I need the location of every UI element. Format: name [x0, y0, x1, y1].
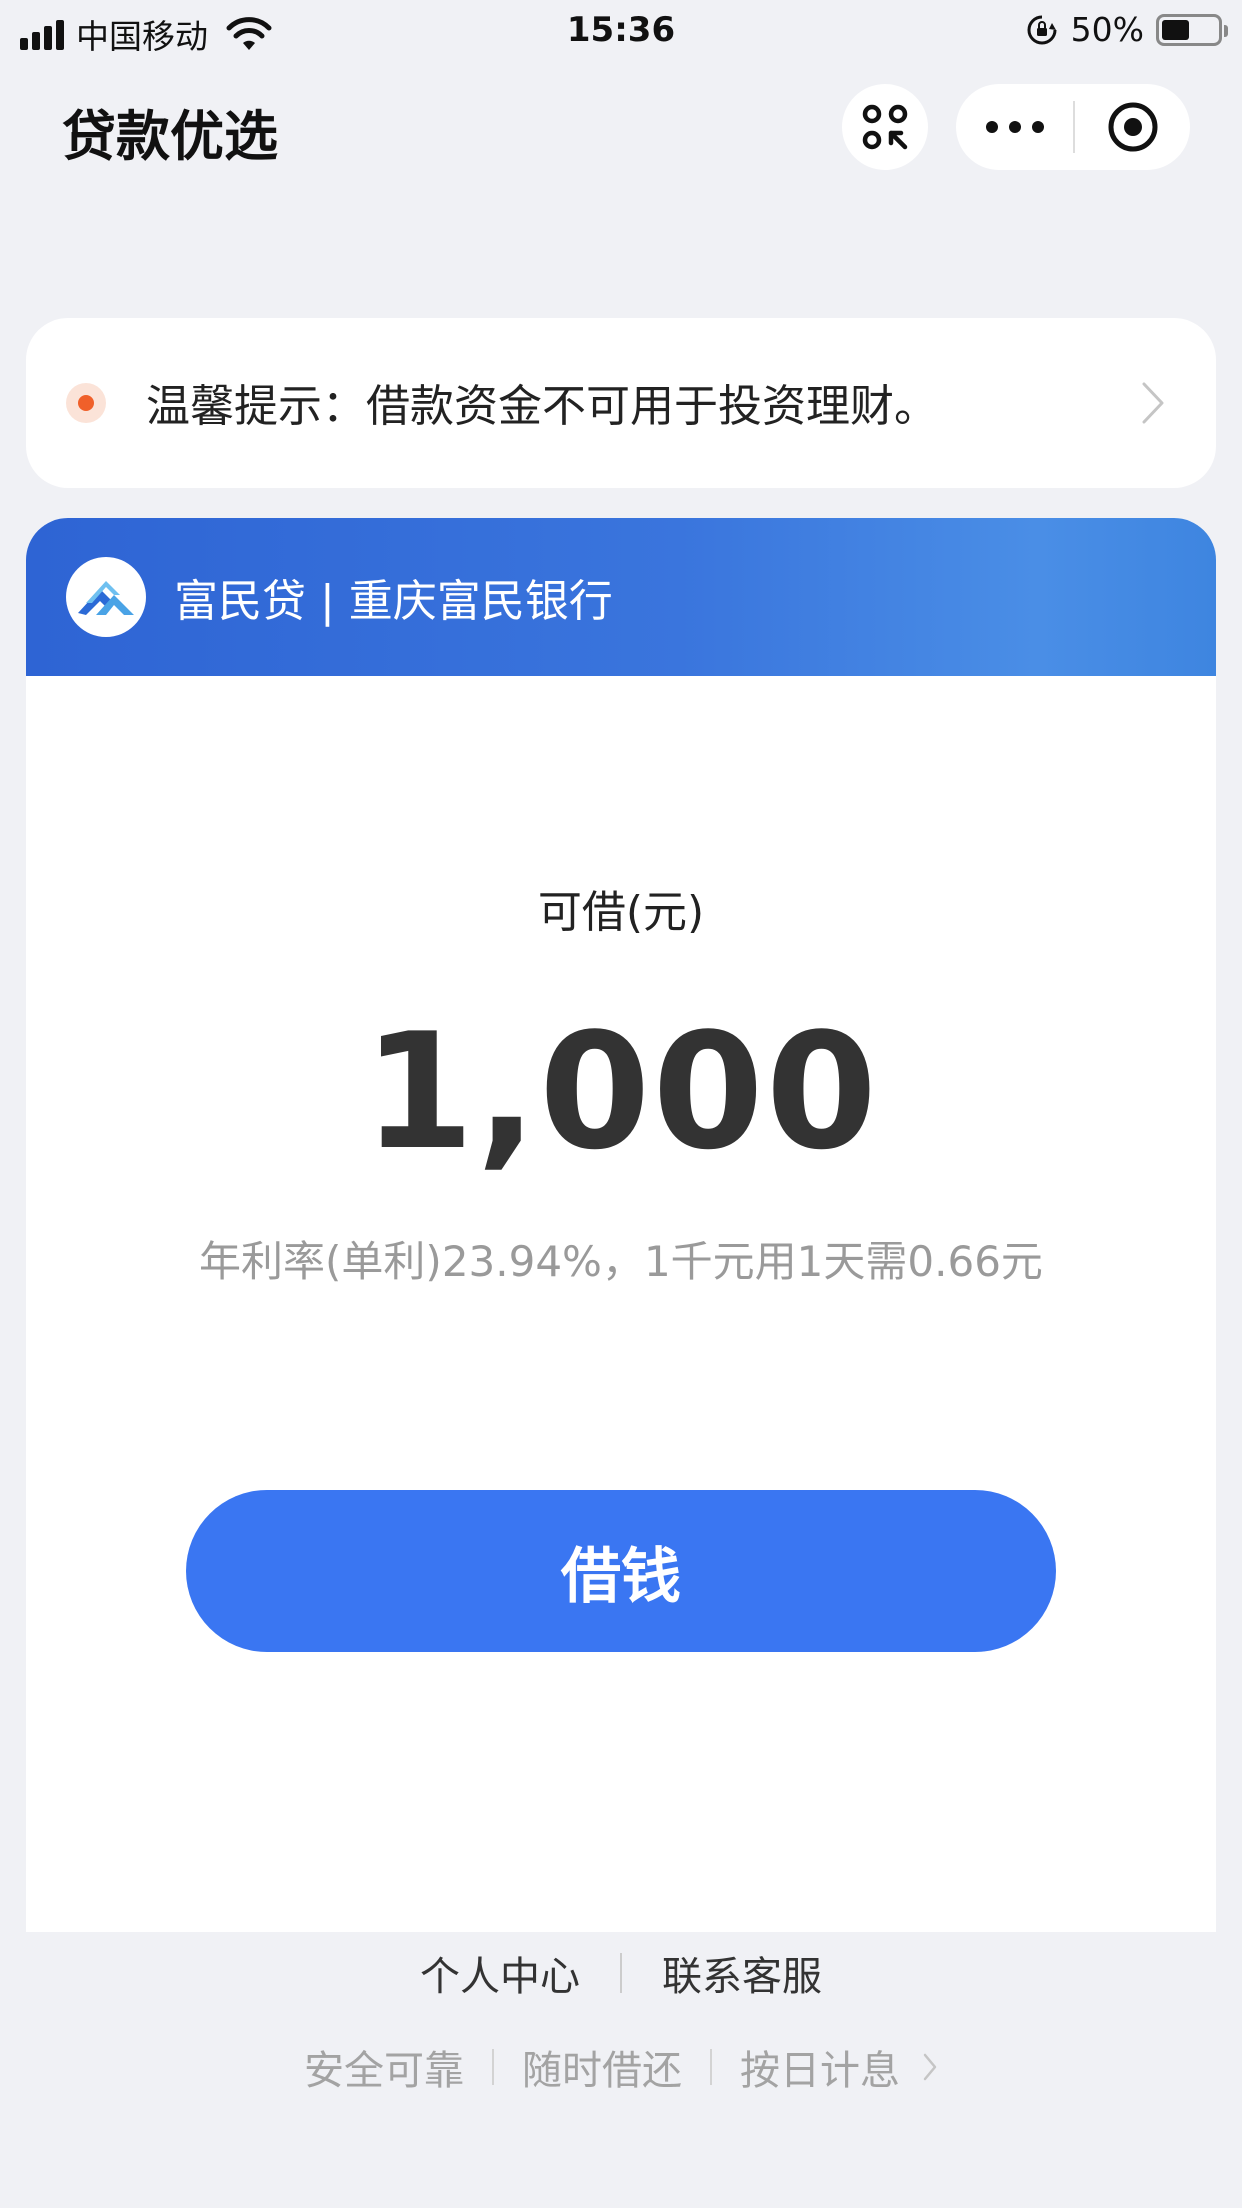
- bank-logo-icon: [66, 557, 146, 637]
- rotation-lock-icon: [1027, 15, 1057, 44]
- brand-name: 富民贷 | 重庆富民银行: [174, 576, 613, 627]
- loan-product-card: 富民贷 | 重庆富民银行 可借(元) 1,000 年利率(单利)23.94%，1…: [26, 518, 1216, 1932]
- tagline-item: 安全可靠: [304, 2048, 464, 2094]
- nav-bar: 贷款优选: [0, 64, 1242, 190]
- status-right: 50%: [1025, 10, 1228, 49]
- customer-service-link[interactable]: 联系客服: [662, 1944, 822, 2002]
- miniprogram-capsule: [956, 84, 1190, 170]
- battery-fill: [1162, 19, 1189, 40]
- battery-icon: [1156, 13, 1228, 46]
- loan-page: 中国移动 15:36 50% 贷款优选 温馨提示：借款资金不可用于投资理财。 富…: [0, 0, 1242, 2208]
- footer-links: 个人中心 联系客服: [0, 1944, 1242, 2002]
- notice-dot-icon: [66, 383, 106, 423]
- page-title: 贷款优选: [62, 105, 278, 168]
- close-miniprogram-icon: [1108, 102, 1157, 152]
- chevron-right-icon: [1142, 382, 1164, 424]
- tagline-item: 随时借还: [522, 2048, 682, 2094]
- tagline-divider: [710, 2049, 712, 2085]
- card-header: 富民贷 | 重庆富民银行: [26, 518, 1216, 676]
- status-bar: 中国移动 15:36 50%: [0, 0, 1242, 64]
- rate-info: 年利率(单利)23.94%，1千元用1天需0.66元: [199, 1237, 1043, 1286]
- scan-icon: [862, 104, 908, 150]
- personal-center-link[interactable]: 个人中心: [420, 1944, 580, 2002]
- tagline-item: 按日计息: [740, 2048, 900, 2094]
- more-icon[interactable]: [956, 121, 1073, 133]
- borrow-button[interactable]: 借钱: [186, 1490, 1056, 1652]
- scan-button[interactable]: [842, 84, 928, 170]
- chevron-right-icon: [923, 2053, 937, 2081]
- close-miniprogram-button[interactable]: [1075, 100, 1190, 154]
- amount-label: 可借(元): [537, 887, 705, 938]
- battery-percent: 50%: [1070, 10, 1144, 49]
- notice-banner[interactable]: 温馨提示：借款资金不可用于投资理财。: [26, 318, 1216, 488]
- tagline-row[interactable]: 安全可靠 随时借还 按日计息: [0, 2038, 1242, 2096]
- footer-divider: [620, 1953, 622, 1993]
- notice-text: 温馨提示：借款资金不可用于投资理财。: [146, 381, 938, 432]
- amount-value: 1,000: [362, 998, 880, 1185]
- tagline-divider: [492, 2049, 494, 2085]
